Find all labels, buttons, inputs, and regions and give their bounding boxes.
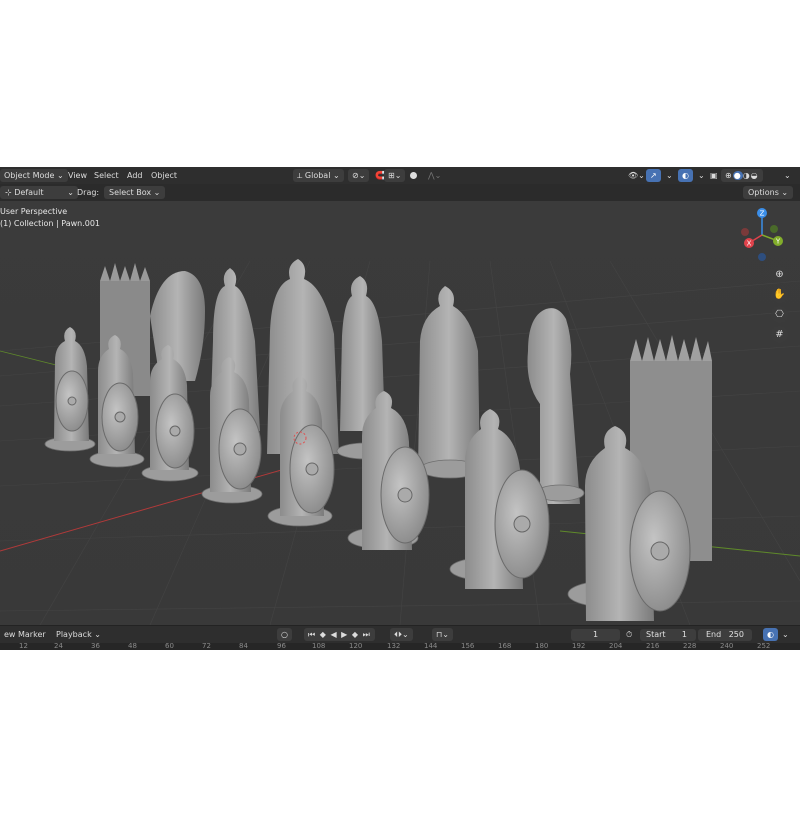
end-frame-field[interactable]: End 250: [698, 629, 752, 641]
auto-key-icon[interactable]: ⊓⌄: [432, 628, 453, 641]
collection-label: (1) Collection | Pawn.001: [0, 219, 101, 228]
orientation-icon: ⊹: [5, 188, 12, 197]
mode-label: Object Mode: [4, 171, 55, 180]
menu-view[interactable]: View: [64, 169, 91, 182]
ruler-tick: 204: [609, 643, 623, 650]
camera-icon[interactable]: ⎔: [771, 306, 788, 323]
frame-ruler[interactable]: 12 24 36 48 60 72 84 96 108 120 132 144 …: [0, 643, 800, 650]
xray-icon[interactable]: ▣: [706, 169, 722, 182]
playback-controls[interactable]: ⏮ ◆ ◀ ▶ ◆ ⏭: [304, 628, 375, 641]
timeline-menu-marker[interactable]: Marker: [14, 628, 50, 641]
3d-viewport[interactable]: User Perspective (1) Collection | Pawn.0…: [0, 201, 800, 625]
ruler-tick: 48: [128, 643, 137, 650]
sync-dropdown[interactable]: ⌄: [778, 628, 793, 641]
keying-icon[interactable]: ○: [277, 628, 292, 641]
next-keyframe-icon[interactable]: ◆: [352, 630, 359, 639]
orientation-default-label: Default: [14, 188, 44, 197]
tool-settings-bar: ⊹ Default ⌄ Drag: Select Box ⌄ Options ⌄: [0, 184, 800, 201]
ruler-tick: 192: [572, 643, 586, 650]
play-reverse-icon[interactable]: ◀: [330, 630, 337, 639]
options-button[interactable]: Options ⌄: [743, 186, 794, 199]
ruler-tick: 72: [202, 643, 211, 650]
ruler-tick: 180: [535, 643, 549, 650]
mode-selector[interactable]: Object Mode ⌄: [0, 169, 68, 182]
prev-keyframe-icon[interactable]: ◆: [320, 630, 327, 639]
transform-orientation[interactable]: ⟂ Global ⌄: [293, 169, 344, 182]
drag-label: Drag:: [77, 188, 100, 197]
gizmo-z-label: Z: [760, 210, 765, 218]
timeline-header: ew Marker Playback ⌄ ○ ⏮ ◆ ◀ ▶ ◆ ⏭ ⏴⏵⌄ ⊓…: [0, 625, 800, 644]
options-label: Options: [748, 188, 779, 197]
ruler-tick: 216: [646, 643, 660, 650]
rendered-shading-icon[interactable]: ◒: [751, 171, 759, 180]
start-label: Start: [646, 630, 666, 639]
viewport-scene: [0, 259, 800, 625]
ruler-tick: 168: [498, 643, 512, 650]
interpolation-icon[interactable]: ⏴⏵⌄: [390, 628, 413, 641]
start-frame-field[interactable]: Start 1: [640, 629, 696, 641]
drag-value: Select Box: [109, 188, 152, 197]
menu-add[interactable]: Add: [123, 169, 147, 182]
ruler-tick: 132: [387, 643, 401, 650]
solid-shading-icon[interactable]: ●: [732, 171, 743, 180]
orientation-label: Global: [304, 171, 331, 180]
play-icon[interactable]: ▶: [341, 630, 348, 639]
viewport-header: Object Mode ⌄ View Select Add Object ⟂ G…: [0, 167, 800, 185]
shading-icons[interactable]: ⊕●◑◒: [721, 169, 763, 182]
sync-icon[interactable]: ◐: [763, 628, 778, 641]
ruler-tick: 156: [461, 643, 475, 650]
start-value: 1: [681, 630, 687, 639]
ruler-tick: 84: [239, 643, 248, 650]
grid-icon[interactable]: #: [771, 326, 788, 343]
drag-selector[interactable]: Select Box ⌄: [104, 186, 166, 199]
gizmo-icon[interactable]: ↗: [646, 169, 661, 182]
ruler-tick: 240: [720, 643, 734, 650]
navigation-gizmo[interactable]: Z Y X: [732, 205, 792, 265]
ruler-tick: 120: [349, 643, 363, 650]
jump-start-icon[interactable]: ⏮: [308, 630, 316, 639]
pivot-icon[interactable]: ⊘⌄: [348, 169, 370, 182]
gizmo-y-label: Y: [775, 238, 781, 246]
ruler-tick: 252: [757, 643, 771, 650]
orientation-selector[interactable]: ⊹ Default ⌄: [0, 186, 78, 199]
perspective-label: User Perspective: [0, 207, 68, 216]
shading-dropdown[interactable]: ⌄: [780, 169, 795, 182]
stopwatch-icon[interactable]: ⏱: [622, 628, 636, 641]
blender-window: Object Mode ⌄ View Select Add Object ⟂ G…: [0, 167, 800, 650]
jump-end-icon[interactable]: ⏭: [363, 630, 371, 639]
ruler-tick: 60: [165, 643, 174, 650]
pawn-7: [465, 409, 550, 589]
timeline-menu-playback[interactable]: Playback ⌄: [52, 628, 105, 641]
knight-front: [527, 308, 580, 504]
end-value: 250: [728, 630, 744, 639]
snap-target-icon[interactable]: ⊞⌄: [384, 169, 406, 182]
current-frame-field[interactable]: 1: [571, 629, 620, 641]
material-shading-icon[interactable]: ◑: [743, 171, 751, 180]
pawn-1: [54, 327, 89, 441]
chevron-down-icon: ⌄: [56, 171, 64, 180]
menu-object[interactable]: Object: [147, 169, 181, 182]
gizmo-x-label: X: [747, 240, 752, 248]
playback-label: Playback: [56, 630, 92, 639]
falloff-icon[interactable]: ⋀⌄: [424, 169, 445, 182]
ruler-tick: 96: [277, 643, 286, 650]
zoom-icon[interactable]: ⊕: [771, 266, 788, 283]
ruler-tick: 228: [683, 643, 697, 650]
wireframe-shading-icon[interactable]: ⊕: [725, 171, 733, 180]
transform-icon: ⟂: [297, 171, 303, 180]
ruler-tick: 108: [312, 643, 326, 650]
ruler-tick: 24: [54, 643, 63, 650]
end-label: End: [706, 630, 722, 639]
hand-icon[interactable]: ✋: [771, 286, 788, 303]
ruler-tick: 12: [19, 643, 28, 650]
menu-select[interactable]: Select: [90, 169, 123, 182]
proportional-icon[interactable]: [410, 172, 417, 179]
gizmo-dropdown[interactable]: ⌄: [662, 169, 677, 182]
ruler-tick: 144: [424, 643, 438, 650]
y-axis-line-back: [0, 350, 61, 367]
overlay-icon[interactable]: ◐: [678, 169, 693, 182]
ruler-tick: 36: [91, 643, 100, 650]
